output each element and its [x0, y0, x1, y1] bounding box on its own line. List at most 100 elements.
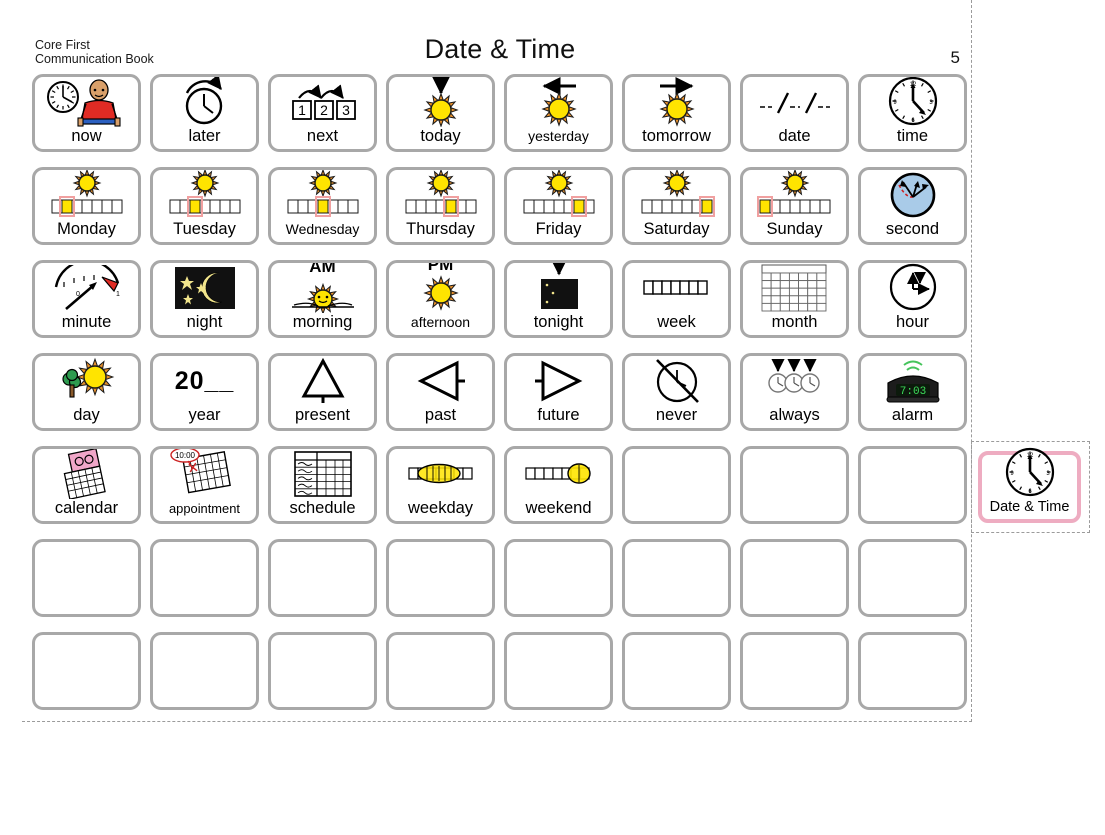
symbol-cell-tomorrow[interactable]: tomorrow [622, 74, 731, 152]
symbol-cell-today[interactable]: today [386, 74, 495, 152]
clock-arrow-forward-icon [153, 77, 256, 127]
symbol-cell-present[interactable]: present [268, 353, 377, 431]
week-bar-sun-icon [271, 170, 374, 220]
calendar-icon [35, 449, 138, 499]
symbol-cell-minute[interactable]: 0 1 minute [32, 260, 141, 338]
page-tab-label: Date & Time [989, 499, 1070, 515]
symbol-label: afternoon [410, 314, 471, 330]
symbol-cell-past[interactable]: past [386, 353, 495, 431]
symbol-cell-later[interactable]: later [150, 74, 259, 152]
symbol-cell-empty[interactable] [386, 539, 495, 617]
symbol-cell-weekend[interactable]: weekend [504, 446, 613, 524]
symbol-cell-alarm[interactable]: 7:03 alarm [858, 353, 967, 431]
symbol-cell-empty[interactable] [504, 632, 613, 710]
svg-text:1: 1 [116, 291, 120, 298]
symbol-cell-afternoon[interactable]: PM afternoon [386, 260, 495, 338]
symbol-label: schedule [289, 499, 356, 517]
week-bar-sun-icon [507, 170, 610, 220]
symbol-cell-empty[interactable] [268, 632, 377, 710]
three-clocks-infinity-icon [743, 356, 846, 406]
symbol-cell-appointment[interactable]: 10:00 appointment [150, 446, 259, 524]
symbol-cell-never[interactable]: never [622, 353, 731, 431]
page-tab-date-and-time[interactable]: 12 3 6 9 Date & Time [978, 447, 1081, 523]
symbol-cell-yesterday[interactable]: yesterday [504, 74, 613, 152]
symbol-cell-future[interactable]: future [504, 353, 613, 431]
symbol-cell-empty[interactable] [622, 632, 731, 710]
symbol-cell-empty[interactable] [740, 446, 849, 524]
symbol-cell-empty[interactable] [268, 539, 377, 617]
symbol-cell-empty[interactable] [858, 446, 967, 524]
symbol-cell-saturday[interactable]: Saturday [622, 167, 731, 245]
symbol-cell-schedule[interactable]: schedule [268, 446, 377, 524]
week-bar-sun-icon [389, 170, 492, 220]
symbol-label: Thursday [406, 220, 475, 238]
symbol-cell-empty[interactable] [150, 632, 259, 710]
symbol-cell-now[interactable]: now [32, 74, 141, 152]
moon-stars-icon [153, 263, 256, 313]
symbol-label: minute [61, 313, 112, 331]
symbol-label: month [771, 313, 818, 331]
symbol-label: always [769, 406, 820, 424]
symbol-label: next [306, 127, 339, 145]
weekend-bar-icon [507, 449, 610, 499]
symbol-cell-empty[interactable] [150, 539, 259, 617]
sun-down-arrow-icon [389, 77, 492, 127]
symbol-label: today [420, 127, 461, 145]
symbol-cell-date[interactable]: date [740, 74, 849, 152]
symbol-cell-empty[interactable] [386, 632, 495, 710]
symbol-cell-weekday[interactable]: weekday [386, 446, 495, 524]
symbol-cell-year[interactable]: 20__ year [150, 353, 259, 431]
symbol-cell-empty[interactable] [622, 446, 731, 524]
calendar-appointment-icon: 10:00 [153, 449, 256, 499]
symbol-cell-week[interactable]: week [622, 260, 731, 338]
page-guide-right [971, 0, 972, 722]
symbol-cell-wednesday[interactable]: Wednesday [268, 167, 377, 245]
symbol-label: tomorrow [642, 127, 711, 145]
symbol-cell-calendar[interactable]: calendar [32, 446, 141, 524]
up-triangle-icon [271, 356, 374, 406]
symbol-cell-always[interactable]: always [740, 353, 849, 431]
symbol-cell-monday[interactable]: Monday [32, 167, 141, 245]
symbol-cell-sunday[interactable]: Sunday [740, 167, 849, 245]
symbol-cell-empty[interactable] [622, 539, 731, 617]
symbol-cell-empty[interactable] [32, 632, 141, 710]
symbol-label: tonight [533, 313, 584, 331]
week-bar-sun-icon [743, 170, 846, 220]
moon-down-arrow-icon [507, 263, 610, 313]
symbol-cell-second[interactable]: second [858, 167, 967, 245]
symbol-label: second [885, 220, 940, 238]
symbol-cell-time[interactable]: 12 3 6 9 time [858, 74, 967, 152]
symbol-cell-morning[interactable]: AM morning [268, 260, 377, 338]
numbered-boxes-icon: 123 [271, 77, 374, 127]
page-guide-bottom [22, 721, 972, 722]
symbol-cell-empty[interactable] [858, 539, 967, 617]
symbol-cell-empty[interactable] [504, 539, 613, 617]
gauge-needle-icon: 0 1 [35, 263, 138, 313]
symbol-cell-tonight[interactable]: tonight [504, 260, 613, 338]
page-number: 5 [950, 48, 960, 67]
symbol-cell-hour[interactable]: hour [858, 260, 967, 338]
symbol-grid: now later 1 2 3 next today yesterday tomorr… [32, 74, 969, 717]
symbol-cell-empty[interactable] [740, 632, 849, 710]
symbol-cell-empty[interactable] [32, 539, 141, 617]
second-hand-dial-icon [861, 170, 964, 220]
symbol-cell-empty[interactable] [740, 539, 849, 617]
right-triangle-icon [507, 356, 610, 406]
symbol-cell-tuesday[interactable]: Tuesday [150, 167, 259, 245]
symbol-label: calendar [54, 499, 119, 517]
symbol-cell-day[interactable]: day [32, 353, 141, 431]
symbol-caption: AM [309, 260, 336, 276]
symbol-cell-friday[interactable]: Friday [504, 167, 613, 245]
svg-text:10:00: 10:00 [174, 451, 195, 460]
symbol-cell-empty[interactable] [858, 632, 967, 710]
symbol-cell-night[interactable]: night [150, 260, 259, 338]
week-bar-icon [625, 263, 728, 313]
symbol-cell-thursday[interactable]: Thursday [386, 167, 495, 245]
hour-hand-clock-icon [861, 263, 964, 313]
symbol-cell-month[interactable]: month [740, 260, 849, 338]
symbol-cell-next[interactable]: 1 2 3 next [268, 74, 377, 152]
svg-text:7:03: 7:03 [899, 386, 925, 398]
symbol-label: Monday [57, 220, 116, 238]
symbol-label: date [778, 127, 811, 145]
sun-icon: PM [389, 263, 492, 313]
